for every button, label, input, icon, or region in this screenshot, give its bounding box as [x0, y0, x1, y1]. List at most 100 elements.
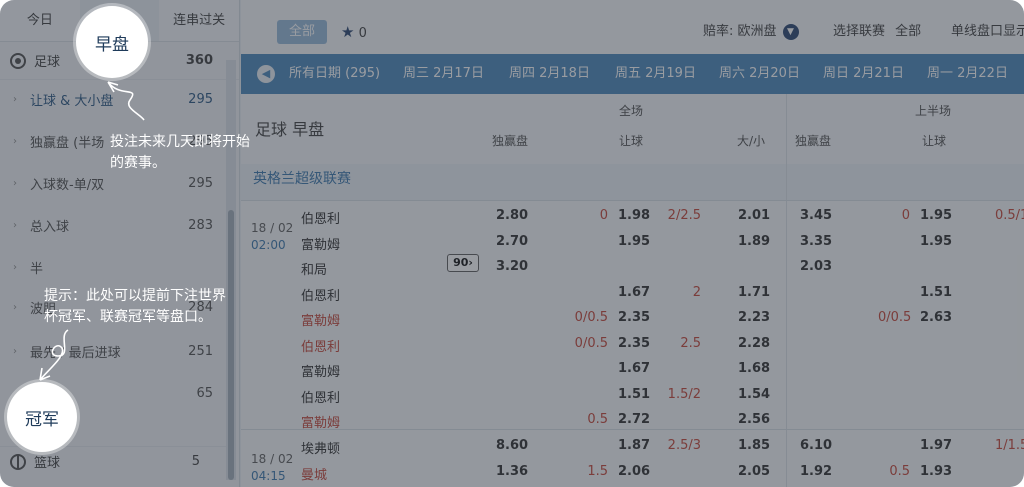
- half-over-under-line: 0.5/1: [995, 208, 1024, 223]
- odds-row: 富勒姆 2.70 1.95 1.89 3.35 1.95: [241, 230, 1024, 255]
- tab-parlay[interactable]: 连串过关: [159, 0, 239, 41]
- odds-half-1x2[interactable]: 6.10: [800, 438, 832, 453]
- odds-over-under[interactable]: 1.71: [738, 285, 770, 300]
- sport-label: 篮球: [34, 456, 61, 471]
- odds-handicap[interactable]: 2.72: [618, 412, 650, 427]
- odds-over-under[interactable]: 1.85: [738, 438, 770, 453]
- favorites[interactable]: ★ 0: [341, 20, 367, 46]
- team-name: 伯恩利: [301, 390, 341, 406]
- chevron-down-icon: ▼: [782, 23, 799, 40]
- odds-row: 曼城 1.36 1.5 2.06 2.05 1.92 0.5 1.93: [241, 460, 1024, 485]
- odds-half-handicap[interactable]: 2.63: [920, 310, 952, 325]
- early-tip-line1: 投注未来几天即将开始: [110, 134, 250, 150]
- odds-1x2[interactable]: 2.70: [496, 234, 528, 249]
- champion-tip: 提示：此处可以提前下注世界 杯冠军、联赛冠军等盘口。: [44, 286, 226, 328]
- market-count: 65: [196, 385, 213, 401]
- odds-row: 和局 3.20 2.03: [241, 255, 1024, 280]
- sidebar-scroll-thumb[interactable]: [228, 210, 234, 480]
- chevron-right-icon: ›: [13, 135, 17, 147]
- odds-1x2[interactable]: 8.60: [496, 438, 528, 453]
- team-name: 富勒姆: [301, 365, 341, 380]
- date-tab-all[interactable]: 所有日期 (295): [289, 54, 380, 94]
- odds-1x2[interactable]: 1.36: [496, 464, 528, 479]
- all-button[interactable]: 全部: [277, 20, 327, 44]
- odds-over-under[interactable]: 2.23: [738, 310, 770, 325]
- odds-handicap[interactable]: 1.67: [618, 361, 650, 376]
- odds-handicap[interactable]: 2.35: [618, 310, 650, 325]
- odds-over-under[interactable]: 1.89: [738, 234, 770, 249]
- odds-row: 富勒姆 0/0.5 2.35 2.23 0/0.5 2.63: [241, 306, 1024, 331]
- col-over-under-header: 大/小: [737, 134, 766, 148]
- odds-over-under[interactable]: 2.05: [738, 464, 770, 479]
- single-line-toggle[interactable]: 单线盘口显示: [951, 20, 1024, 44]
- main-panel: 全部 ★ 0 赔率: 欧洲盘 ▼ 选择联赛 全部 单线盘口显示 ◀ 所有日期 (2…: [241, 0, 1024, 487]
- handicap-line: 0/0.5: [574, 335, 608, 351]
- odds-format-select[interactable]: 赔率: 欧洲盘 ▼: [703, 20, 799, 44]
- handicap-line: 0.5: [587, 412, 608, 427]
- odds-half-handicap[interactable]: 1.95: [920, 208, 952, 223]
- team-name: 曼城: [301, 467, 328, 483]
- odds-handicap[interactable]: 1.67: [618, 285, 650, 300]
- table-header: 足球 早盘 全场 上半场 独赢盘 让球 大/小 独赢盘 让球: [241, 94, 1024, 164]
- team-name: 伯恩利: [301, 288, 341, 304]
- team-name: 伯恩利: [301, 212, 341, 227]
- date-tab[interactable]: 周三 2月17日: [403, 54, 484, 94]
- date-tab[interactable]: 周日 2月21日: [823, 54, 904, 94]
- market-count: 295: [188, 91, 213, 107]
- chevron-left-icon[interactable]: ◀: [257, 65, 275, 83]
- market-label: 半: [30, 261, 44, 277]
- chevron-right-icon: ›: [13, 261, 17, 273]
- odds-handicap[interactable]: 1.87: [618, 438, 650, 453]
- odds-half-handicap[interactable]: 1.51: [920, 285, 952, 300]
- date-tab[interactable]: 周四 2月18日: [509, 54, 590, 94]
- league-select[interactable]: 选择联赛 全部: [833, 20, 921, 44]
- odds-over-under[interactable]: 2.56: [738, 412, 770, 427]
- early-tab-highlight[interactable]: 早盘: [76, 6, 148, 78]
- handicap-line: 0/0.5: [574, 310, 608, 325]
- date-tab[interactable]: 周一 2月22日: [927, 54, 1008, 94]
- odds-half-handicap[interactable]: 1.97: [920, 438, 952, 453]
- sidebar-item-halftime[interactable]: › 半: [0, 252, 225, 282]
- over-under-line: 2.5/3: [667, 438, 701, 453]
- handicap-line: 1.5: [587, 463, 608, 479]
- team-name: 伯恩利: [301, 339, 341, 355]
- football-icon: [10, 52, 26, 69]
- half-handicap-line: 0: [901, 208, 910, 223]
- league-select-label: 选择联赛: [833, 24, 886, 39]
- league-header[interactable]: 英格兰超级联赛: [241, 164, 1024, 200]
- odds-1x2[interactable]: 2.80: [496, 208, 528, 223]
- champion-tab-highlight[interactable]: 冠军: [7, 382, 77, 452]
- odds-handicap[interactable]: 2.06: [618, 464, 650, 479]
- odds-over-under[interactable]: 2.01: [738, 208, 770, 223]
- tab-today[interactable]: 今日: [0, 0, 80, 41]
- odds-handicap[interactable]: 1.95: [618, 234, 650, 249]
- chevron-right-icon: ›: [13, 93, 17, 105]
- sport-count: 5: [191, 454, 200, 469]
- chevron-right-icon: ›: [13, 345, 17, 357]
- odds-over-under[interactable]: 1.68: [738, 361, 770, 376]
- odds-over-under[interactable]: 1.54: [738, 387, 770, 402]
- early-tip-line2: 的赛事。: [110, 155, 166, 171]
- odds-over-under[interactable]: 2.28: [738, 336, 770, 351]
- col-1x2-header: 独赢盘: [492, 134, 529, 148]
- odds-half-handicap[interactable]: 1.93: [920, 464, 952, 479]
- odds-handicap[interactable]: 1.98: [618, 208, 650, 223]
- over-under-line: 1.5/2: [667, 386, 701, 402]
- odds-half-handicap[interactable]: 1.95: [920, 234, 952, 249]
- pointer-curl-icon: [107, 81, 145, 121]
- date-tab[interactable]: 周五 2月19日: [615, 54, 696, 94]
- odds-format-label: 赔率: 欧洲盘: [703, 24, 777, 39]
- odds-half-1x2[interactable]: 1.92: [800, 464, 832, 479]
- odds-half-1x2[interactable]: 3.45: [800, 208, 832, 223]
- odds-handicap[interactable]: 1.51: [618, 387, 650, 402]
- odds-half-1x2[interactable]: 3.35: [800, 234, 832, 249]
- half-time-header: 上半场: [915, 104, 952, 118]
- sidebar-item-total-goals[interactable]: › 总入球 283: [0, 210, 225, 240]
- odds-1x2[interactable]: 3.20: [496, 259, 528, 274]
- early-tip: 投注未来几天即将开始 的赛事。: [110, 132, 250, 174]
- odds-handicap[interactable]: 2.35: [618, 336, 650, 351]
- chevron-right-icon: ›: [13, 219, 17, 231]
- date-tab[interactable]: 周六 2月20日: [719, 54, 800, 94]
- odds-half-1x2[interactable]: 2.03: [800, 259, 832, 274]
- basketball-icon: [10, 453, 26, 470]
